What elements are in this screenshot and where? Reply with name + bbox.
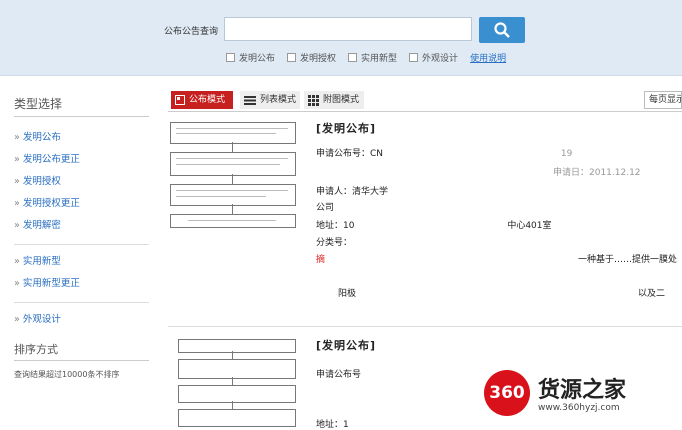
applicant: 申请人：清华大学 — [316, 187, 389, 197]
type-sidebar: 类型选择 发明公布 发明公布更正 发明授权 发明授权更正 发明解密 实用新型 实… — [14, 95, 149, 380]
watermark-number: 360 — [484, 370, 530, 416]
per-page-select[interactable]: 每页显示 — [644, 91, 682, 109]
list-icon — [244, 96, 256, 105]
sidebar-item-utility-model-correction[interactable]: 实用新型更正 — [14, 273, 149, 295]
tab-label: 公布模式 — [189, 95, 226, 105]
sidebar-item-invention-grant[interactable]: 发明授权 — [14, 171, 149, 193]
flowchart-thumbnail[interactable] — [168, 118, 298, 228]
field-label: 申请公布号：CN — [316, 149, 384, 159]
option-invention-publication[interactable]: 发明公布 — [226, 51, 275, 64]
sidebar-item-invention-publication-correction[interactable]: 发明公布更正 — [14, 149, 149, 171]
flow-arrow — [232, 401, 233, 409]
classification-number: 分类号： — [316, 238, 353, 248]
abstract-marker: 摘 — [316, 255, 326, 265]
flow-box — [178, 409, 296, 427]
flow-arrow — [232, 174, 233, 184]
option-invention-grant[interactable]: 发明授权 — [287, 51, 336, 64]
flow-box — [178, 359, 296, 379]
tab-figure-mode[interactable]: 附图模式 — [304, 91, 364, 109]
flow-box — [178, 385, 296, 403]
flow-arrow — [232, 351, 233, 359]
grid-icon — [308, 94, 319, 106]
search-input[interactable] — [224, 17, 472, 41]
search-button[interactable] — [479, 17, 525, 43]
application-publication-number: 申请公布号：CN 19 — [316, 146, 572, 159]
flow-box — [178, 339, 296, 353]
field-label: 地址：10 — [316, 221, 355, 231]
sidebar-item-invention-grant-correction[interactable]: 发明授权更正 — [14, 193, 149, 215]
divider — [14, 244, 149, 245]
flow-arrow — [232, 142, 233, 152]
result-item: [发明公布] 申请公布号：CN 19 申请日：2011.12.12 申请人：清华… — [168, 118, 682, 327]
result-title[interactable]: [发明公布] — [316, 120, 376, 136]
sidebar-item-design[interactable]: 外观设计 — [14, 309, 149, 331]
address: 地址：10 中心401室 — [316, 218, 552, 231]
company: 公司 — [316, 203, 335, 213]
type-options: 发明公布 发明授权 实用新型 外观设计 使用说明 — [226, 51, 506, 64]
checkbox[interactable] — [409, 53, 419, 62]
application-date: 申请日：2011.12.12 — [553, 165, 641, 178]
option-label: 外观设计 — [422, 54, 459, 64]
checkbox[interactable] — [287, 53, 297, 62]
search-icon — [494, 22, 510, 38]
flow-text-line — [176, 133, 276, 134]
checkbox[interactable] — [226, 53, 235, 62]
tab-label: 列表模式 — [260, 95, 297, 105]
abstract-text: 一种基于……提供一膜处 — [578, 255, 678, 265]
abstract-text: 阳极 — [338, 289, 357, 299]
flowchart-thumbnail[interactable] — [168, 335, 298, 427]
sidebar-item-invention-declassified[interactable]: 发明解密 — [14, 215, 149, 237]
option-design[interactable]: 外观设计 — [409, 51, 458, 64]
tab-list-mode[interactable]: 列表模式 — [240, 91, 300, 109]
search-label: 公布公告查询 — [164, 27, 219, 37]
watermark-url: www.360hyzj.com — [538, 403, 620, 413]
sort-title: 排序方式 — [14, 341, 149, 361]
search-bar: 公布公告查询 发明公布 发明授权 实用新型 外观设计 使用说明 — [0, 0, 682, 76]
divider — [14, 302, 149, 303]
option-label: 实用新型 — [361, 54, 398, 64]
field-suffix: 中心401室 — [507, 221, 552, 231]
field-value: 申请日：2011.12.12 — [553, 168, 641, 178]
flow-arrow — [232, 377, 233, 385]
flow-box — [170, 214, 296, 228]
flow-text-line — [176, 128, 288, 129]
tab-label: 附图模式 — [323, 95, 360, 105]
flow-text-line — [176, 164, 280, 165]
help-link[interactable]: 使用说明 — [470, 51, 506, 64]
watermark-text: 货源之家 — [538, 378, 627, 403]
address: 地址：1 — [316, 420, 349, 430]
flow-text-line — [176, 158, 288, 159]
sidebar-title: 类型选择 — [14, 95, 149, 117]
sidebar-item-invention-publication[interactable]: 发明公布 — [14, 127, 149, 149]
option-label: 发明公布 — [239, 54, 276, 64]
flow-text-line — [176, 196, 266, 197]
publication-mode-icon — [175, 95, 185, 105]
application-publication-number: 申请公布号 — [316, 370, 362, 380]
sidebar-item-utility-model[interactable]: 实用新型 — [14, 251, 149, 273]
view-mode-bar: 公布模式 列表模式 附图模式 每页显示 — [168, 89, 682, 112]
result-title[interactable]: [发明公布] — [316, 337, 376, 353]
field-suffix: 19 — [560, 149, 573, 159]
checkbox[interactable] — [348, 53, 358, 62]
abstract-text: 以及二 — [638, 289, 666, 299]
option-label: 发明授权 — [300, 54, 337, 64]
flow-text-line — [176, 190, 288, 191]
watermark-logo: 360 货源之家 www.360hyzj.com — [484, 370, 674, 420]
flow-arrow — [232, 204, 233, 214]
flow-box — [170, 184, 296, 206]
option-utility-model[interactable]: 实用新型 — [348, 51, 397, 64]
sort-note: 查询结果超过10000条不排序 — [14, 370, 120, 379]
flow-text-line — [188, 220, 276, 221]
tab-publication-mode[interactable]: 公布模式 — [171, 91, 233, 109]
